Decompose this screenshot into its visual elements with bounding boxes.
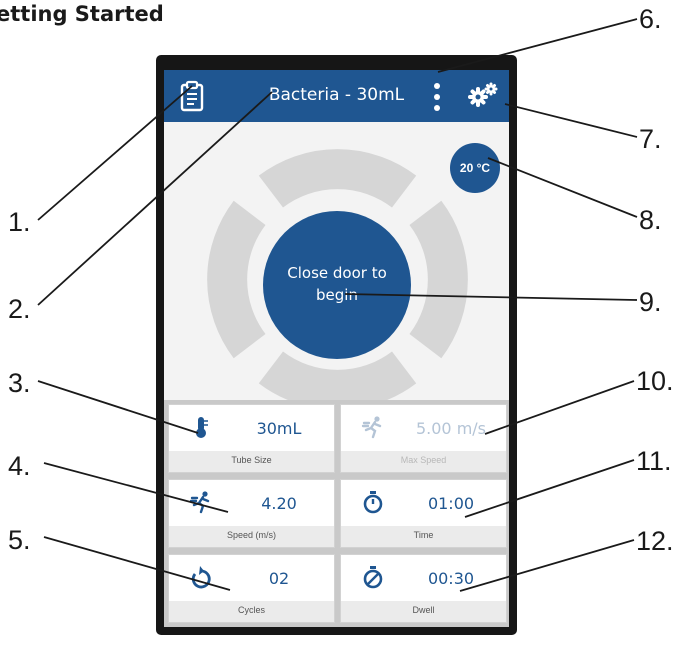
stopwatch-icon xyxy=(363,491,383,514)
callout-3: 3. xyxy=(8,368,31,398)
max-speed-card: 5.00 m/s Max Speed xyxy=(340,404,507,473)
dwell-card[interactable]: 00:30 Dwell xyxy=(340,554,507,623)
start-button-label: Close door to begin xyxy=(287,264,387,304)
dwell-value: 00:30 xyxy=(427,569,475,588)
tube-size-value: 30mL xyxy=(256,419,302,438)
device-frame: Bacteria - 30mL 20 °C Close door to begi… xyxy=(156,55,517,635)
callout-8: 8. xyxy=(639,205,662,235)
callout-4: 4. xyxy=(8,451,31,481)
callout-6: 6. xyxy=(639,4,662,34)
max-speed-value: 5.00 m/s xyxy=(415,419,487,438)
dwell-stopwatch-icon xyxy=(363,566,383,589)
page-heading: etting Started xyxy=(0,2,164,26)
callout-11: 11. xyxy=(636,446,672,476)
settings-grid: 30mL Tube Size 5.00 m/s Max Speed 4.20 S… xyxy=(164,400,509,627)
repeat-icon xyxy=(191,566,211,589)
callout-1: 1. xyxy=(8,207,31,237)
callout-12: 12. xyxy=(636,526,674,556)
cycles-value: 02 xyxy=(268,569,290,588)
running-icon xyxy=(361,416,382,439)
tube-size-card[interactable]: 30mL Tube Size xyxy=(168,404,335,473)
cycles-label: Cycles xyxy=(237,605,265,615)
callout-5: 5. xyxy=(8,525,31,555)
time-card[interactable]: 01:00 Time xyxy=(340,479,507,548)
cycles-card[interactable]: 02 Cycles xyxy=(168,554,335,623)
time-label: Time xyxy=(413,530,434,540)
tube-size-label: Tube Size xyxy=(231,455,272,465)
callout-2: 2. xyxy=(8,294,31,324)
callout-10: 10. xyxy=(636,366,674,396)
callout-7: 7. xyxy=(639,124,662,154)
time-value: 01:00 xyxy=(427,494,475,513)
speed-value: 4.20 xyxy=(261,494,297,513)
temperature-indicator[interactable]: 20 °C xyxy=(450,143,500,193)
speed-label: Speed (m/s) xyxy=(226,530,277,540)
running-icon xyxy=(189,491,210,514)
speed-card[interactable]: 4.20 Speed (m/s) xyxy=(168,479,335,548)
callout-9: 9. xyxy=(639,287,662,317)
max-speed-label: Max Speed xyxy=(400,455,447,465)
app-screen: Bacteria - 30mL 20 °C Close door to begi… xyxy=(164,70,509,627)
dwell-label: Dwell xyxy=(412,605,435,615)
start-button[interactable]: Close door to begin xyxy=(263,211,411,359)
thermometer-tube-icon xyxy=(196,417,208,438)
